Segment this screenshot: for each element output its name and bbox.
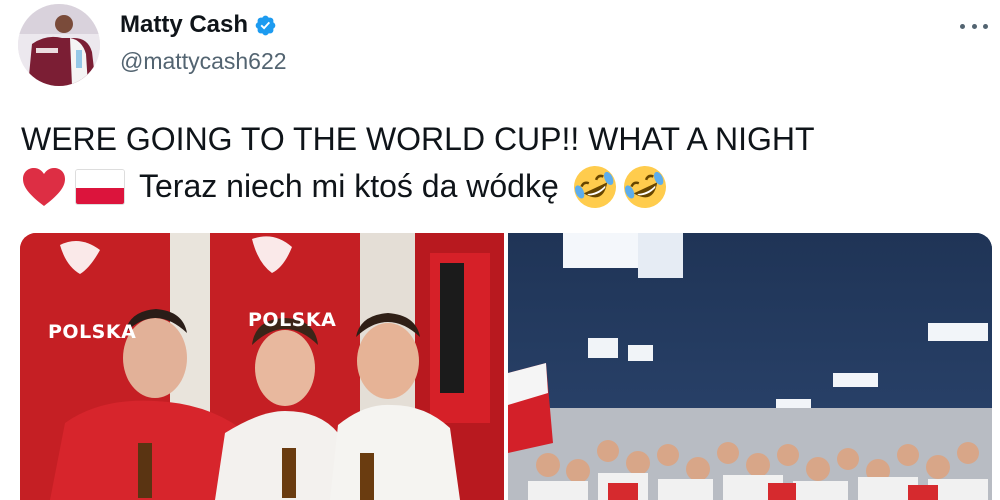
- locker-room-photo: [20, 233, 504, 500]
- team-celebration-photo: [508, 233, 992, 500]
- media-photo-locker-room[interactable]: POLSKA POLSKA: [20, 233, 504, 500]
- rofl-emoji-icon: [573, 165, 616, 208]
- tweet-line-1: WERE GOING TO THE WORLD CUP!! WHAT A NIG…: [21, 121, 815, 157]
- author-display-name[interactable]: Matty Cash: [120, 11, 248, 39]
- rofl-emoji-icon: [623, 165, 666, 208]
- wall-text-polska: POLSKA: [248, 309, 337, 331]
- verified-badge-icon: [255, 15, 276, 35]
- more-options-button[interactable]: [960, 14, 988, 38]
- author-handle[interactable]: @mattycash622: [120, 48, 287, 75]
- tweet-text: WERE GOING TO THE WORLD CUP!! WHAT A NIG…: [21, 116, 981, 210]
- tweet-line-2-text: Teraz niech mi ktoś da wódkę: [139, 168, 559, 204]
- poland-flag-icon: [75, 168, 125, 205]
- more-horizontal-icon: [960, 23, 965, 29]
- red-heart-icon: [23, 167, 65, 206]
- tweet-media-grid: POLSKA POLSKA: [20, 233, 992, 500]
- wall-text-polska: POLSKA: [48, 321, 137, 343]
- tweet-line-2: Teraz niech mi ktoś da wódkę: [21, 163, 981, 210]
- media-photo-team-celebration[interactable]: [508, 233, 992, 500]
- author-avatar[interactable]: [18, 4, 100, 86]
- avatar-image: [18, 4, 100, 86]
